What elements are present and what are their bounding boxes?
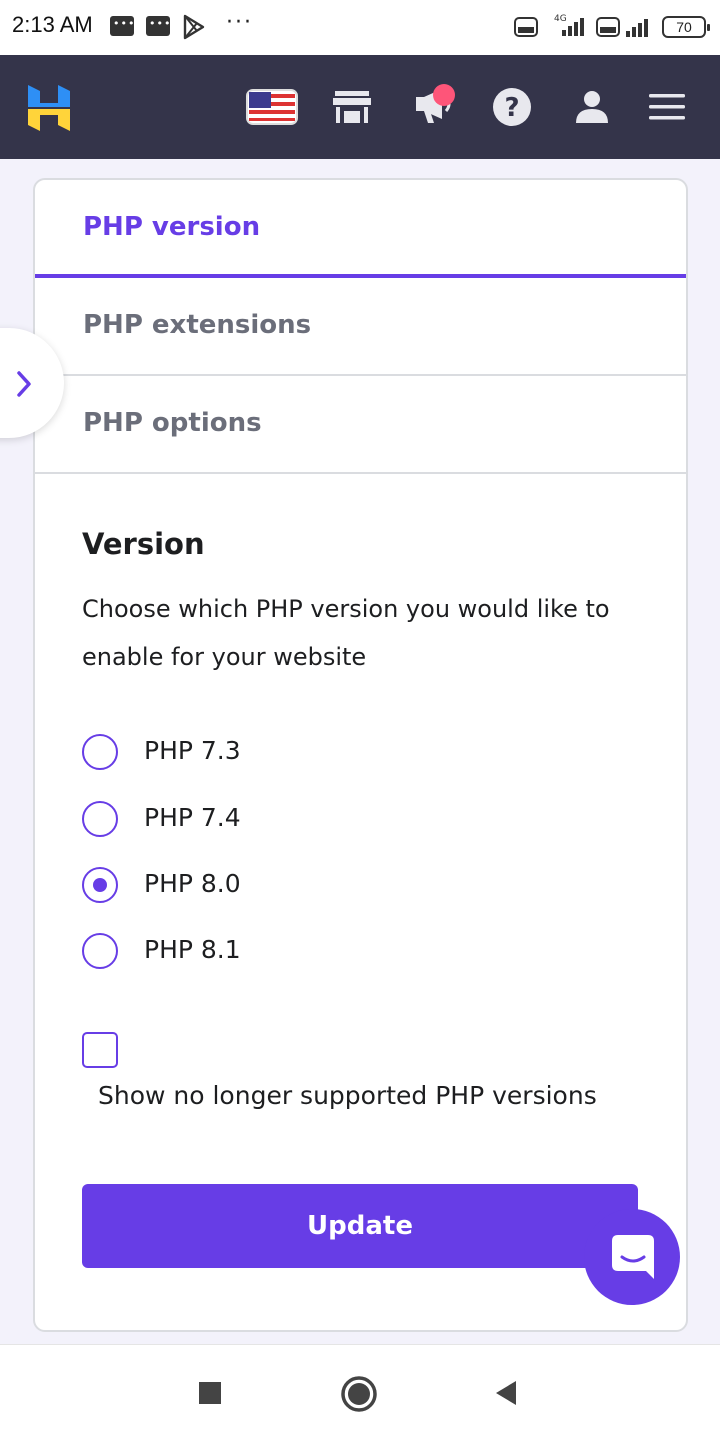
store-icon[interactable] <box>332 89 372 129</box>
volte-icon <box>596 17 620 41</box>
help-icon[interactable]: ? <box>492 87 532 131</box>
section-description: Choose which PHP version you would like … <box>82 595 610 671</box>
tab-php-version[interactable]: PHP version <box>35 180 686 278</box>
status-time: 2:13 AM <box>12 12 93 37</box>
tab-php-extensions[interactable]: PHP extensions <box>35 278 686 376</box>
radio-button[interactable] <box>82 734 118 770</box>
more-dots-icon: ··· <box>226 10 253 35</box>
back-icon[interactable] <box>494 1379 518 1411</box>
radio-label: PHP 8.0 <box>144 869 241 898</box>
volte-icon <box>514 17 538 41</box>
tab-label: PHP extensions <box>83 310 312 340</box>
section-title: Version <box>82 527 205 561</box>
message-icon <box>146 16 171 36</box>
menu-icon[interactable] <box>648 93 686 125</box>
live-chat-button[interactable] <box>584 1209 680 1305</box>
announcement-icon[interactable] <box>412 83 462 131</box>
message-icon <box>110 16 135 36</box>
battery-icon: 70 <box>662 16 710 38</box>
svg-text:4G: 4G <box>554 14 567 24</box>
show-unsupported-checkbox[interactable] <box>82 1032 118 1068</box>
radio-button-selected[interactable] <box>68 853 132 917</box>
play-store-icon <box>182 14 206 44</box>
chat-icon <box>612 1235 654 1279</box>
radio-php-7-4[interactable]: PHP 7.4 <box>82 795 482 845</box>
home-icon[interactable] <box>340 1375 378 1417</box>
chevron-right-icon <box>17 371 31 397</box>
status-bar: 2:13 AM ··· 4G 70 <box>0 0 720 55</box>
signal-4g-icon: 4G <box>548 13 588 43</box>
app-header: ? <box>0 55 720 159</box>
radio-button[interactable] <box>82 801 118 837</box>
radio-php-7-3[interactable]: PHP 7.3 <box>82 728 482 778</box>
show-unsupported-label[interactable]: Show no longer supported PHP versions <box>98 1081 597 1110</box>
radio-label: PHP 7.3 <box>144 736 241 765</box>
radio-label: PHP 8.1 <box>144 935 241 964</box>
tab-php-options[interactable]: PHP options <box>35 376 686 474</box>
us-flag-icon[interactable] <box>246 89 298 129</box>
recents-icon[interactable] <box>198 1381 222 1409</box>
radio-php-8-0[interactable]: PHP 8.0 <box>68 853 482 917</box>
tab-label: PHP version <box>83 212 261 242</box>
update-button[interactable]: Update <box>82 1184 638 1268</box>
tab-label: PHP options <box>83 408 262 438</box>
radio-button[interactable] <box>82 933 118 969</box>
radio-php-8-1[interactable]: PHP 8.1 <box>82 927 482 977</box>
hostinger-logo[interactable] <box>26 83 72 133</box>
svg-text:?: ? <box>504 93 519 123</box>
radio-label: PHP 7.4 <box>144 803 241 832</box>
signal-icon <box>622 16 654 42</box>
system-nav-bar <box>0 1344 720 1440</box>
user-icon[interactable] <box>574 89 610 129</box>
